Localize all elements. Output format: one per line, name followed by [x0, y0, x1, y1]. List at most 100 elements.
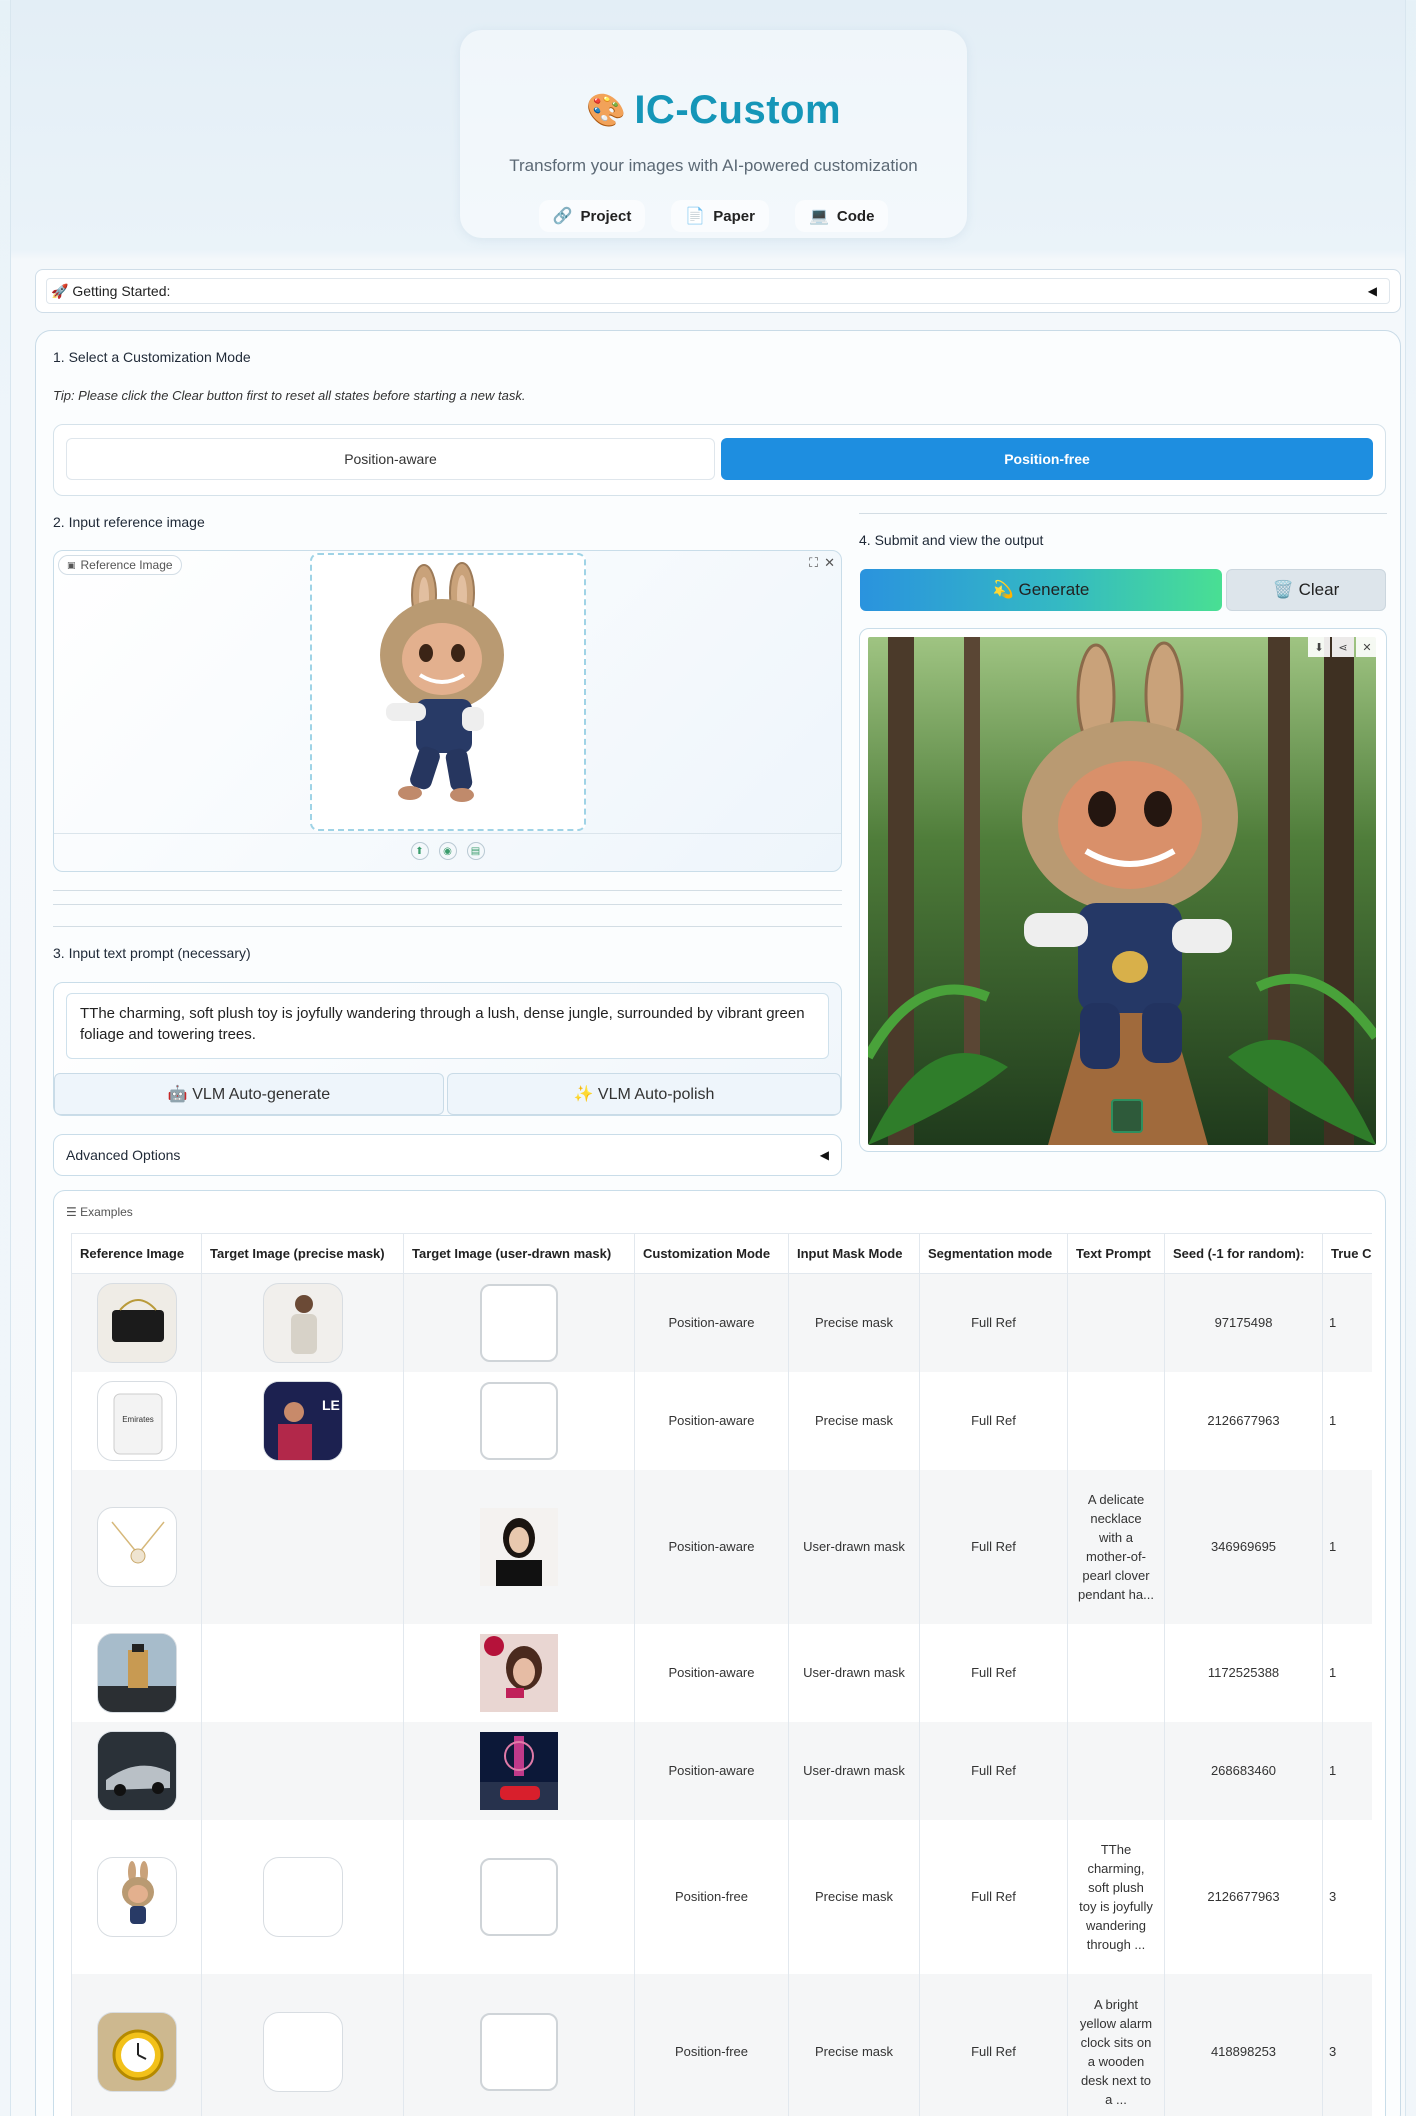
link-icon: 🔗 — [552, 208, 573, 225]
cell-mask: User-drawn mask — [788, 1721, 920, 1820]
list-icon: ☰ — [66, 1205, 77, 1219]
cell-seg: Full Ref — [919, 1371, 1068, 1470]
table-row[interactable]: Position-aware User-drawn mask Full Ref … — [71, 1623, 1372, 1722]
cell-mask: User-drawn mask — [788, 1623, 920, 1722]
advanced-options-accordion[interactable]: Advanced Options ◀ — [53, 1134, 842, 1176]
reference-image-tools: ⛶ ✕ — [809, 555, 835, 571]
cell-cfg: 1 — [1322, 1721, 1372, 1820]
target-thumbnail — [480, 1731, 558, 1810]
cell-seg: Full Ref — [919, 1273, 1068, 1372]
plush-toy-image — [380, 562, 504, 802]
share-icon[interactable]: ⋖ — [1332, 637, 1354, 657]
upload-icon[interactable]: ⬆ — [410, 842, 429, 860]
table-row[interactable]: Position-free Precise mask Full Ref A br… — [71, 1973, 1372, 2116]
examples-table-wrap: Reference Image Target Image (precise ma… — [71, 1233, 1372, 2116]
cell-seg: Full Ref — [919, 1819, 1068, 1974]
cell-mode: Position-aware — [634, 1469, 789, 1624]
table-row[interactable]: Position-aware User-drawn mask Full Ref … — [71, 1721, 1372, 1820]
cell-seed: 418898253 — [1164, 1973, 1323, 2116]
cell-cfg: 3 — [1322, 1973, 1372, 2116]
user-drawn-mask-placeholder — [480, 2012, 558, 2091]
collapse-arrow-icon[interactable]: ◀ — [820, 1148, 829, 1162]
cell-cfg: 1 — [1322, 1623, 1372, 1722]
cell-seed: 268683460 — [1164, 1721, 1323, 1820]
laptop-icon: 💻 — [808, 208, 829, 225]
jungle-output-image — [868, 637, 1376, 1145]
cell-prompt — [1067, 1623, 1165, 1722]
close-icon[interactable]: ✕ — [1356, 637, 1378, 657]
step1-label: 1. Select a Customization Mode — [53, 349, 251, 365]
output-thumbnail[interactable] — [1111, 1099, 1143, 1133]
reference-image-upload[interactable]: ▣ Reference Image ⛶ ✕ ⬆ ◉ ▤ — [53, 550, 842, 872]
divider — [859, 513, 1387, 514]
cell-prompt: TThe charming, soft plush toy is joyfull… — [1067, 1819, 1165, 1974]
vlm-auto-polish-button[interactable]: ✨ VLM Auto-polish — [447, 1073, 841, 1115]
step3-label: 3. Input text prompt (necessary) — [53, 945, 251, 961]
close-icon[interactable]: ✕ — [824, 555, 835, 571]
table-row[interactable]: Position-aware Precise mask Full Ref 971… — [71, 1273, 1372, 1372]
reference-thumbnail — [96, 1632, 177, 1713]
paper-link[interactable]: 📄 Paper — [671, 200, 769, 232]
target-thumbnail — [480, 1507, 558, 1586]
cell-seed: 97175498 — [1164, 1273, 1323, 1372]
col-header: Customization Mode — [634, 1233, 789, 1274]
webcam-icon[interactable]: ◉ — [438, 842, 457, 860]
app-subtitle: Transform your images with AI-powered cu… — [509, 156, 918, 175]
project-link[interactable]: 🔗 Project — [538, 200, 646, 232]
cell-mask: Precise mask — [788, 1819, 920, 1974]
project-link-label: Project — [580, 207, 632, 225]
col-header: True CFG — [1322, 1233, 1372, 1274]
table-row[interactable]: Position-aware User-drawn mask Full Ref … — [71, 1469, 1372, 1624]
generate-button[interactable]: 💫 Generate — [860, 569, 1222, 611]
divider — [53, 890, 842, 891]
user-drawn-mask-placeholder — [480, 1857, 558, 1936]
reference-thumbnail — [96, 1730, 177, 1811]
cell-prompt — [1067, 1721, 1165, 1820]
cell-seg: Full Ref — [919, 1721, 1068, 1820]
clear-button[interactable]: 🗑️ Clear — [1226, 569, 1386, 611]
cell-mask: Precise mask — [788, 1973, 920, 2116]
examples-table: Reference Image Target Image (precise ma… — [71, 1233, 1372, 2116]
page-icon: 📄 — [685, 208, 706, 225]
action-row: 💫 Generate 🗑️ Clear — [859, 568, 1387, 612]
examples-panel: ☰ Examples Reference Image Target Image … — [53, 1190, 1386, 2116]
examples-label-text: Examples — [80, 1205, 133, 1219]
hero-links: 🔗 Project 📄 Paper 💻 Code — [460, 200, 967, 232]
cell-seg: Full Ref — [919, 1469, 1068, 1624]
col-header: Segmentation mode — [919, 1233, 1068, 1274]
fullscreen-icon[interactable]: ⛶ — [809, 555, 818, 571]
target-thumbnail — [480, 1633, 558, 1712]
mode-position-free[interactable]: Position-free — [721, 438, 1373, 480]
reference-thumbnail: Emirates — [96, 1380, 177, 1461]
reference-thumbnail — [96, 2011, 177, 2092]
code-link-label: Code — [836, 207, 875, 225]
target-thumbnail: LE — [262, 1380, 343, 1461]
vlm-auto-generate-button[interactable]: 🤖 VLM Auto-generate — [54, 1073, 444, 1115]
examples-label: ☰ Examples — [66, 1205, 133, 1219]
prompt-panel: TThe charming, soft plush toy is joyfull… — [53, 982, 842, 1116]
clipboard-icon[interactable]: ▤ — [466, 842, 485, 860]
table-row[interactable]: Emirates LE Position-aware Precise mask … — [71, 1371, 1372, 1470]
code-link[interactable]: 💻 Code — [794, 200, 889, 232]
output-image-panel: ⬇ ⋖ ✕ — [859, 628, 1387, 1152]
reference-thumbnail — [96, 1856, 177, 1937]
step4-label: 4. Submit and view the output — [859, 532, 1044, 548]
getting-started-accordion[interactable]: 🚀 Getting Started: ◀ — [35, 269, 1401, 313]
col-header: Target Image (user-drawn mask) — [403, 1233, 635, 1274]
cell-mask: Precise mask — [788, 1273, 920, 1372]
mode-position-aware[interactable]: Position-aware — [66, 438, 715, 480]
col-header: Input Mask Mode — [788, 1233, 920, 1274]
cell-prompt — [1067, 1273, 1165, 1372]
col-header: Text Prompt — [1067, 1233, 1165, 1274]
collapse-arrow-icon[interactable]: ◀ — [1368, 284, 1377, 298]
download-icon[interactable]: ⬇ — [1308, 637, 1330, 657]
table-header-row: Reference Image Target Image (precise ma… — [71, 1233, 1372, 1274]
target-thumbnail — [262, 1282, 343, 1363]
cell-mode: Position-aware — [634, 1721, 789, 1820]
cell-mode: Position-free — [634, 1973, 789, 2116]
advanced-options-label: Advanced Options — [66, 1147, 181, 1163]
cell-cfg: 1 — [1322, 1371, 1372, 1470]
table-row[interactable]: Position-free Precise mask Full Ref TThe… — [71, 1819, 1372, 1974]
mode-selector: Position-aware Position-free — [53, 424, 1386, 496]
prompt-textarea[interactable]: TThe charming, soft plush toy is joyfull… — [66, 993, 829, 1059]
